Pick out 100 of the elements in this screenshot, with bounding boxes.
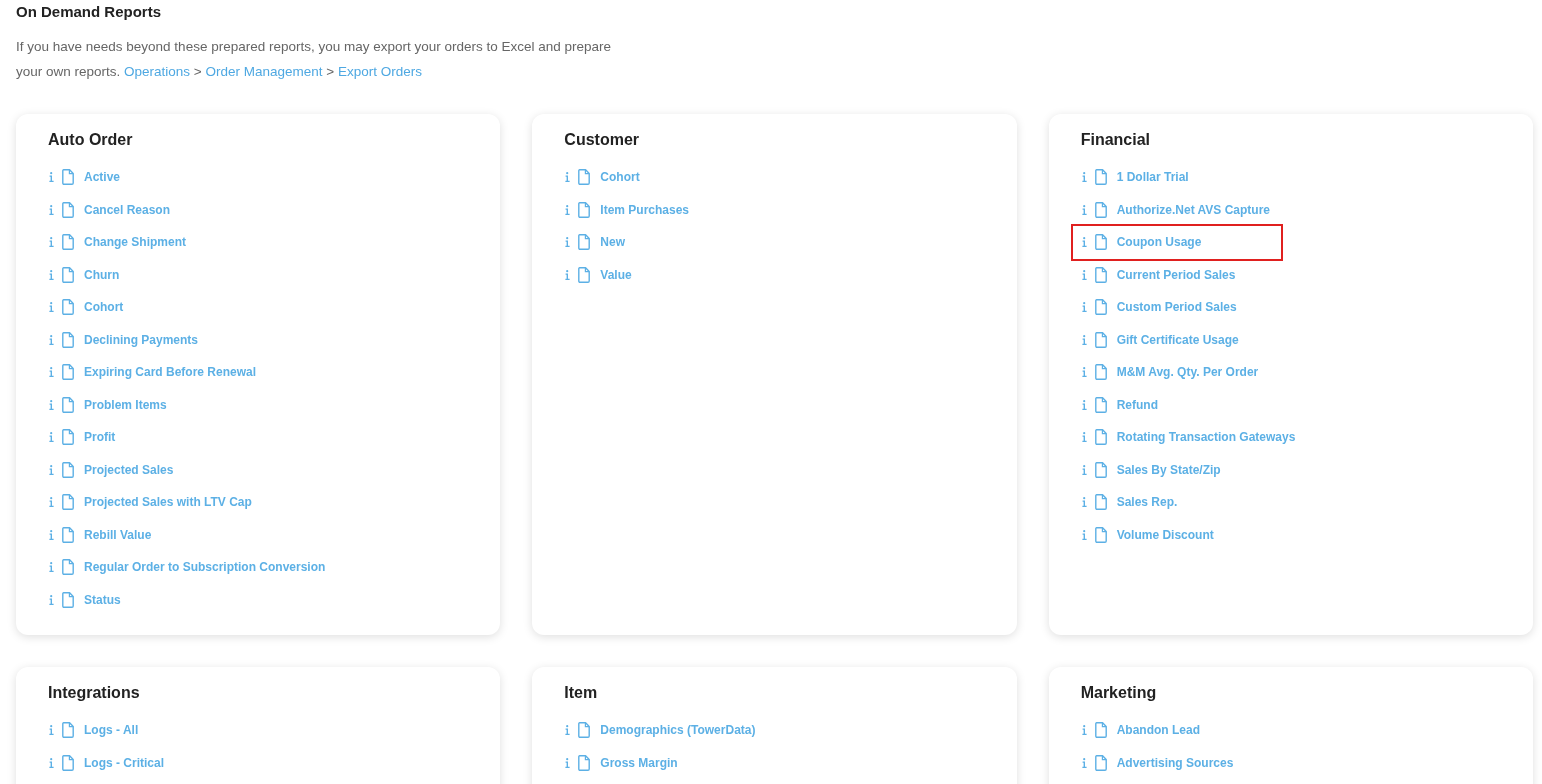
info-icon[interactable] (49, 334, 54, 345)
info-icon[interactable] (49, 172, 54, 183)
info-icon[interactable] (565, 269, 571, 280)
file-icon (1094, 364, 1107, 381)
report-link[interactable]: Gross Margin (600, 755, 678, 770)
report-link[interactable]: Projected Sales (84, 462, 174, 477)
report-link[interactable]: Item Purchases (600, 202, 690, 217)
info-icon[interactable] (49, 562, 54, 573)
report-link[interactable]: 1 Dollar Trial (1116, 170, 1189, 185)
info-icon[interactable] (1081, 204, 1087, 215)
file-icon (62, 722, 74, 739)
info-icon[interactable] (49, 725, 54, 736)
report-link[interactable]: Problem Items (84, 397, 167, 412)
file-icon (1094, 429, 1107, 446)
file-icon (578, 201, 591, 218)
info-icon[interactable] (1081, 367, 1087, 378)
report-link[interactable]: Cancel Reason (84, 202, 171, 217)
report-link[interactable]: Logs - Critical (84, 755, 164, 770)
report-link[interactable]: Gift Certificate Usage (1116, 332, 1239, 347)
file-icon (578, 169, 591, 186)
report-link[interactable]: M&M Avg. Qty. Per Order (1116, 365, 1259, 380)
report-link[interactable]: Churn (84, 267, 120, 282)
file-icon (62, 754, 74, 771)
info-icon[interactable] (49, 594, 54, 605)
info-icon[interactable] (49, 302, 54, 313)
page-title: On Demand Reports (16, 2, 163, 22)
breadcrumb-link[interactable]: Operations (124, 63, 191, 79)
file-icon (1094, 169, 1107, 186)
report-link[interactable]: Sales By State/Zip (1116, 462, 1221, 477)
file-icon (1094, 722, 1107, 739)
breadcrumb-link[interactable]: Export Orders (338, 63, 423, 79)
info-icon[interactable] (1081, 725, 1087, 736)
info-icon[interactable] (1081, 269, 1087, 280)
report-link[interactable]: Current Period Sales (1116, 267, 1236, 282)
report-link[interactable]: Rebill Value (84, 527, 152, 542)
info-icon[interactable] (565, 725, 571, 736)
file-icon (62, 461, 74, 478)
report-link[interactable]: Cohort (600, 170, 640, 185)
breadcrumb-link[interactable]: Order Management (205, 63, 323, 79)
report-link[interactable]: Status (84, 592, 121, 607)
report-link[interactable]: Abandon Lead (1116, 723, 1200, 738)
info-icon[interactable] (49, 367, 54, 378)
file-icon (1094, 299, 1107, 316)
file-icon (578, 266, 591, 283)
file-icon (62, 266, 74, 283)
report-link[interactable]: Custom Period Sales (1116, 300, 1237, 315)
info-icon[interactable] (1081, 497, 1087, 508)
info-icon[interactable] (49, 269, 54, 280)
report-link[interactable]: Demographics (TowerData) (600, 723, 756, 738)
info-icon[interactable] (565, 204, 571, 215)
file-icon (62, 234, 74, 251)
file-icon (1094, 494, 1107, 511)
file-icon (578, 234, 591, 251)
info-icon[interactable] (1081, 399, 1087, 410)
report-link[interactable]: Rotating Transaction Gateways (1116, 430, 1296, 445)
file-icon (578, 754, 591, 771)
report-link[interactable]: Cohort (84, 300, 124, 315)
card-title: Auto Order (48, 130, 134, 150)
report-link[interactable]: Regular Order to Subscription Conversion (84, 560, 326, 575)
report-link[interactable]: Logs - All (84, 723, 139, 738)
report-link[interactable]: Projected Sales with LTV Cap (84, 495, 252, 510)
card-title: Financial (1080, 130, 1151, 150)
report-link[interactable]: Authorize.Net AVS Capture (1116, 202, 1270, 217)
info-icon[interactable] (49, 399, 54, 410)
info-icon[interactable] (565, 237, 571, 248)
info-icon[interactable] (1081, 302, 1087, 313)
report-link[interactable]: Active (84, 170, 121, 185)
info-icon[interactable] (1081, 464, 1087, 475)
card-title: Customer (564, 130, 640, 150)
info-icon[interactable] (49, 757, 54, 768)
report-link[interactable]: Change Shipment (84, 235, 186, 250)
report-link[interactable]: Refund (1116, 397, 1158, 412)
report-link[interactable]: New (600, 235, 625, 250)
report-link[interactable]: Declining Payments (84, 332, 199, 347)
info-icon[interactable] (1081, 757, 1087, 768)
info-icon[interactable] (1081, 172, 1087, 183)
file-icon (62, 396, 74, 413)
file-icon (62, 201, 74, 218)
info-icon[interactable] (1081, 237, 1087, 248)
report-link[interactable]: Advertising Sources (1116, 755, 1234, 770)
report-link[interactable]: Volume Discount (1116, 527, 1214, 542)
report-link[interactable]: Sales Rep. (1116, 495, 1178, 510)
info-icon[interactable] (565, 757, 571, 768)
info-icon[interactable] (1081, 334, 1087, 345)
report-link[interactable]: Value (600, 267, 632, 282)
file-icon (62, 559, 74, 576)
intro-text: If you have needs beyond these prepared reports, you may export your orders to Excel and prepare your own reports. Operations > Order Management > Export Orders (16, 38, 613, 81)
info-icon[interactable] (565, 172, 571, 183)
info-icon[interactable] (1081, 432, 1087, 443)
report-link[interactable]: Expiring Card Before Renewal (84, 365, 257, 380)
report-link[interactable]: Profit (84, 430, 116, 445)
info-icon[interactable] (49, 497, 54, 508)
info-icon[interactable] (49, 204, 54, 215)
info-icon[interactable] (49, 237, 54, 248)
info-icon[interactable] (1081, 529, 1087, 540)
info-icon[interactable] (49, 529, 54, 540)
info-icon[interactable] (49, 432, 54, 443)
report-link[interactable]: Coupon Usage (1116, 235, 1202, 250)
info-icon[interactable] (49, 464, 54, 475)
file-icon (1094, 234, 1107, 251)
